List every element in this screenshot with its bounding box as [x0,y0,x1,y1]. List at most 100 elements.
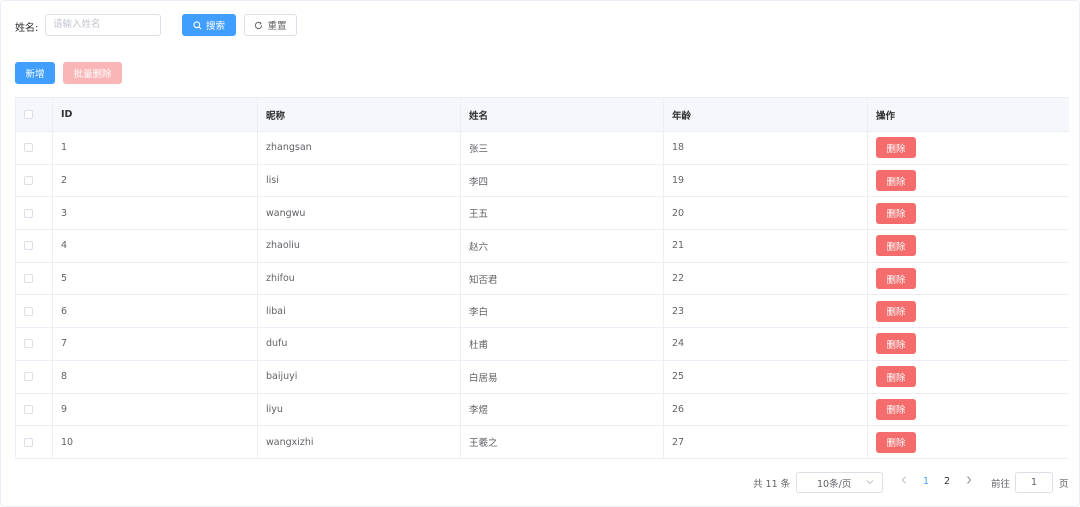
search-icon [193,20,202,30]
table-row: 1 zhangsan 张三 18 删除 [16,132,1069,165]
delete-button[interactable]: 删除 [876,268,916,290]
row-checkbox[interactable] [24,437,33,447]
cell-name: 李白 [461,295,664,328]
cell-nickname: dufu [258,328,461,360]
cell-nickname: lisi [258,164,461,197]
row-select-cell [16,230,53,262]
table-body: 1 zhangsan 张三 18 删除 2 lisi 李四 19 删除 3 wangwu 王五 20 删除 4… [16,132,1069,459]
delete-button[interactable]: 删除 [876,235,916,257]
reset-button[interactable]: 重置 [244,14,297,36]
cell-actions: 删除 [868,197,1069,229]
cell-actions: 删除 [868,361,1069,393]
row-select-cell [16,328,53,360]
page-number-1[interactable]: 1 [923,476,929,487]
row-select-cell [16,197,53,230]
row-checkbox[interactable] [24,274,33,284]
cell-name: 王羲之 [461,426,664,458]
data-table: ID 昵称 姓名 年龄 操作 1 zhangsan 张三 18 删除 2 lisi 李四 19 删… [15,97,1069,459]
cell-name: 王五 [461,197,664,230]
row-select-cell [16,295,53,328]
header-name: 姓名 [461,98,664,131]
cell-age: 19 [664,164,868,197]
cell-id: 4 [53,230,258,262]
table-row: 8 baijuyi 白居易 25 删除 [16,360,1069,394]
cell-id: 9 [53,393,258,426]
row-checkbox[interactable] [24,372,33,382]
cell-id: 2 [53,164,258,197]
table-row: 2 lisi 李四 19 删除 [16,164,1069,198]
row-checkbox[interactable] [24,241,33,251]
row-checkbox[interactable] [24,404,33,414]
cell-name: 赵六 [461,230,664,262]
header-nickname: 昵称 [258,98,461,131]
cell-age: 20 [664,197,868,230]
delete-button[interactable]: 删除 [876,398,916,420]
cell-actions: 删除 [868,132,1069,164]
row-select-cell [16,393,53,426]
header-actions: 操作 [876,110,896,122]
reset-button-label: 重置 [267,21,287,32]
cell-age: 26 [664,393,868,426]
cell-id: 1 [53,132,258,164]
cell-age: 21 [664,230,868,262]
row-select-cell [16,360,53,393]
page-size-select[interactable]: 10条/页 [796,472,883,493]
page-number-2[interactable]: 2 [944,476,950,487]
header-age: 年龄 [664,98,868,131]
search-button-label: 搜索 [205,21,225,32]
next-page-button[interactable] [965,475,973,488]
delete-button[interactable]: 删除 [876,202,916,224]
delete-button[interactable]: 删除 [876,300,916,322]
chevron-down-icon [866,478,874,488]
row-checkbox[interactable] [24,143,33,153]
cell-actions: 删除 [868,328,1069,360]
goto-page-input[interactable]: 1 [1015,472,1053,493]
row-checkbox[interactable] [24,208,33,218]
row-checkbox[interactable] [24,176,33,186]
cell-name: 李四 [461,164,664,197]
row-checkbox[interactable] [24,306,33,316]
cell-actions: 删除 [868,394,1069,426]
delete-button[interactable]: 删除 [876,170,916,192]
cell-actions: 删除 [868,263,1069,295]
delete-button[interactable]: 删除 [876,333,916,355]
row-select-cell [16,262,53,295]
row-checkbox[interactable] [24,339,33,349]
cell-actions: 删除 [868,426,1069,458]
cell-id: 5 [53,262,258,295]
name-label: 姓名: [15,23,39,34]
table-row: 5 zhifou 知否君 22 删除 [16,262,1069,296]
delete-button[interactable]: 删除 [876,431,916,453]
refresh-icon [254,21,263,30]
goto-unit-label: 页 [1059,479,1069,490]
cell-name: 杜甫 [461,328,664,360]
row-select-cell [16,164,53,197]
page-size-value: 10条/页 [817,478,852,490]
cell-nickname: zhangsan [258,132,461,164]
goto-label: 前往 [991,479,1011,490]
batch-delete-button[interactable]: 批量删除 [63,62,122,84]
table-row: 3 wangwu 王五 20 删除 [16,197,1069,231]
cell-id: 6 [53,295,258,328]
row-select-cell [16,132,53,164]
cell-id: 3 [53,197,258,230]
name-search-input[interactable]: 请输入姓名 [45,14,161,36]
cell-nickname: zhaoliu [258,230,461,262]
cell-age: 23 [664,295,868,328]
cell-name: 白居易 [461,360,664,393]
table-row: 10 wangxizhi 王羲之 27 删除 [16,426,1069,459]
select-all-cell [16,98,53,131]
delete-button[interactable]: 删除 [876,366,916,388]
cell-age: 22 [664,262,868,295]
select-all-checkbox[interactable] [24,110,33,119]
cell-age: 27 [664,426,868,458]
search-button[interactable]: 搜索 [182,14,236,36]
cell-name: 李煜 [461,393,664,426]
delete-button[interactable]: 删除 [876,137,916,159]
page-container: 姓名: 请输入姓名 搜索 重置 新增 批量删除 ID 昵称 姓名 年龄 操作 1… [0,0,1080,507]
cell-nickname: liyu [258,393,461,426]
prev-page-button[interactable] [900,475,908,488]
add-button[interactable]: 新增 [15,62,55,84]
table-row: 7 dufu 杜甫 24 删除 [16,328,1069,361]
cell-age: 25 [664,360,868,393]
